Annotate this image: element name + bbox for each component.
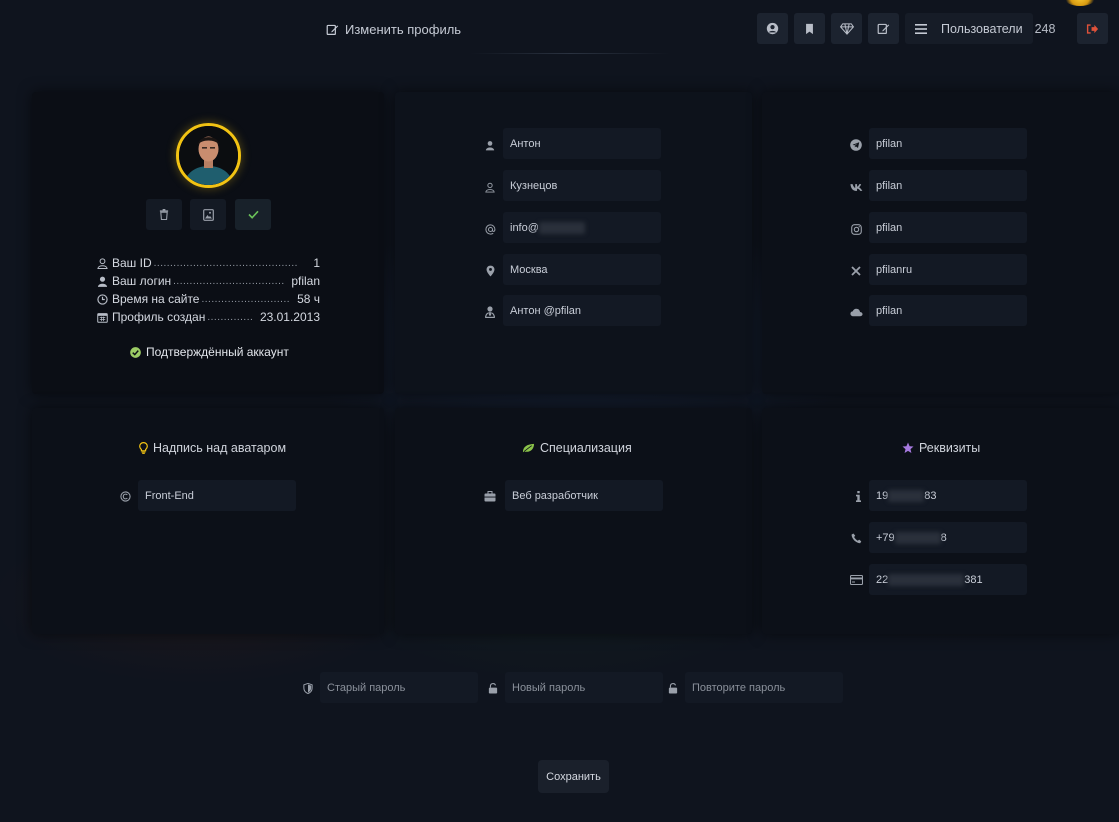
x-input[interactable]: pfilanru bbox=[869, 254, 1027, 285]
redacted-inn bbox=[888, 489, 925, 502]
info-row-time: Время на сайте .........................… bbox=[97, 291, 320, 307]
clock-icon bbox=[97, 293, 108, 305]
user-icon bbox=[483, 138, 497, 152]
diamond-icon bbox=[839, 22, 854, 35]
edit-icon bbox=[877, 22, 890, 35]
title-underline bbox=[470, 53, 670, 54]
first-name-input[interactable]: Антон bbox=[503, 128, 661, 159]
info-row-login: Ваш логин ..............................… bbox=[97, 273, 320, 289]
email-input[interactable]: info@ bbox=[503, 212, 661, 243]
check-icon bbox=[247, 210, 259, 219]
sun-decoration bbox=[1063, 0, 1097, 6]
info-row-created: Профиль создан .............. 23.01.2013 bbox=[97, 309, 320, 325]
bookmark-button[interactable] bbox=[794, 13, 825, 44]
time-on-site-value: 58 ч bbox=[297, 292, 320, 306]
user-icon bbox=[97, 276, 108, 287]
avatar-caption-input[interactable]: Front-End bbox=[138, 480, 296, 511]
bookmark-icon bbox=[804, 23, 815, 35]
shield-icon bbox=[301, 681, 315, 695]
repeat-password-input[interactable]: Повторите пароль bbox=[685, 672, 843, 703]
trash-icon bbox=[159, 209, 169, 220]
instagram-icon bbox=[849, 222, 863, 236]
vk-input[interactable]: pfilan bbox=[869, 170, 1027, 201]
last-name-input[interactable]: Кузнецов bbox=[503, 170, 661, 201]
image-icon bbox=[202, 208, 214, 221]
logout-icon bbox=[1086, 23, 1099, 35]
avatar-caption-title: Надпись над аватаром bbox=[139, 441, 286, 455]
avatar[interactable] bbox=[176, 123, 241, 188]
premium-button[interactable] bbox=[831, 13, 862, 44]
lightbulb-icon bbox=[139, 442, 148, 454]
logout-button[interactable] bbox=[1076, 13, 1108, 44]
user-circle-icon bbox=[766, 22, 779, 35]
redacted-card bbox=[888, 573, 965, 586]
new-password-input[interactable]: Новый пароль bbox=[505, 672, 663, 703]
telegram-input[interactable]: pfilan bbox=[869, 128, 1027, 159]
map-marker-icon bbox=[483, 264, 497, 278]
user-outline-icon bbox=[97, 257, 108, 269]
vk-icon bbox=[849, 180, 863, 194]
upload-avatar-button[interactable] bbox=[190, 199, 226, 230]
x-twitter-icon bbox=[849, 264, 863, 278]
cloud-input[interactable]: pfilan bbox=[869, 295, 1027, 326]
inn-input[interactable]: 19 83 bbox=[869, 480, 1027, 511]
confirm-avatar-button[interactable] bbox=[235, 199, 271, 230]
top-toolbar: Пользователи 248 bbox=[757, 13, 1108, 44]
users-count: 248 bbox=[1034, 21, 1056, 36]
verified-badge: Подтверждённый аккаунт bbox=[130, 345, 289, 359]
star-icon bbox=[902, 442, 914, 454]
info-icon bbox=[851, 489, 865, 503]
unlock-icon bbox=[486, 681, 500, 695]
user-outline-icon bbox=[483, 180, 497, 194]
save-button[interactable]: Сохранить bbox=[538, 760, 609, 793]
telegram-icon bbox=[849, 138, 863, 152]
check-circle-icon bbox=[130, 346, 141, 358]
calendar-icon bbox=[97, 312, 108, 323]
old-password-input[interactable]: Старый пароль bbox=[320, 672, 478, 703]
edit-profile-button[interactable] bbox=[868, 13, 899, 44]
page-title-text: Изменить профиль bbox=[345, 21, 462, 37]
specialization-input[interactable]: Веб разработчик bbox=[505, 480, 663, 511]
requisites-title: Реквизиты bbox=[902, 441, 980, 455]
at-icon bbox=[483, 222, 497, 236]
users-menu-button[interactable]: Пользователи bbox=[905, 13, 1033, 44]
copyright-icon bbox=[118, 489, 132, 503]
phone-icon bbox=[849, 531, 863, 545]
profile-button[interactable] bbox=[757, 13, 788, 44]
redacted-email bbox=[538, 221, 585, 234]
redacted-phone bbox=[894, 531, 941, 544]
leaf-icon bbox=[522, 443, 535, 453]
user-id-value: 1 bbox=[313, 256, 320, 270]
users-label: Пользователи bbox=[941, 21, 1023, 36]
user-tie-icon bbox=[483, 305, 497, 319]
edit-icon bbox=[326, 23, 339, 36]
city-input[interactable]: Москва bbox=[503, 254, 661, 285]
credit-card-icon bbox=[849, 573, 863, 587]
cloud-icon bbox=[849, 305, 863, 319]
created-date-value: 23.01.2013 bbox=[259, 310, 320, 324]
delete-avatar-button[interactable] bbox=[146, 199, 182, 230]
info-row-id: Ваш ID .................................… bbox=[97, 255, 320, 271]
briefcase-icon bbox=[483, 489, 497, 503]
menu-icon bbox=[915, 23, 927, 34]
display-name-input[interactable]: Антон @pfilan bbox=[503, 295, 661, 326]
login-value: pfilan bbox=[291, 274, 320, 288]
instagram-input[interactable]: pfilan bbox=[869, 212, 1027, 243]
page-title: Изменить профиль bbox=[326, 20, 461, 38]
card-input[interactable]: 22 381 bbox=[869, 564, 1027, 595]
specialization-title: Специализация bbox=[522, 441, 632, 455]
unlock-icon bbox=[666, 681, 680, 695]
phone-input[interactable]: +79 8 bbox=[869, 522, 1027, 553]
